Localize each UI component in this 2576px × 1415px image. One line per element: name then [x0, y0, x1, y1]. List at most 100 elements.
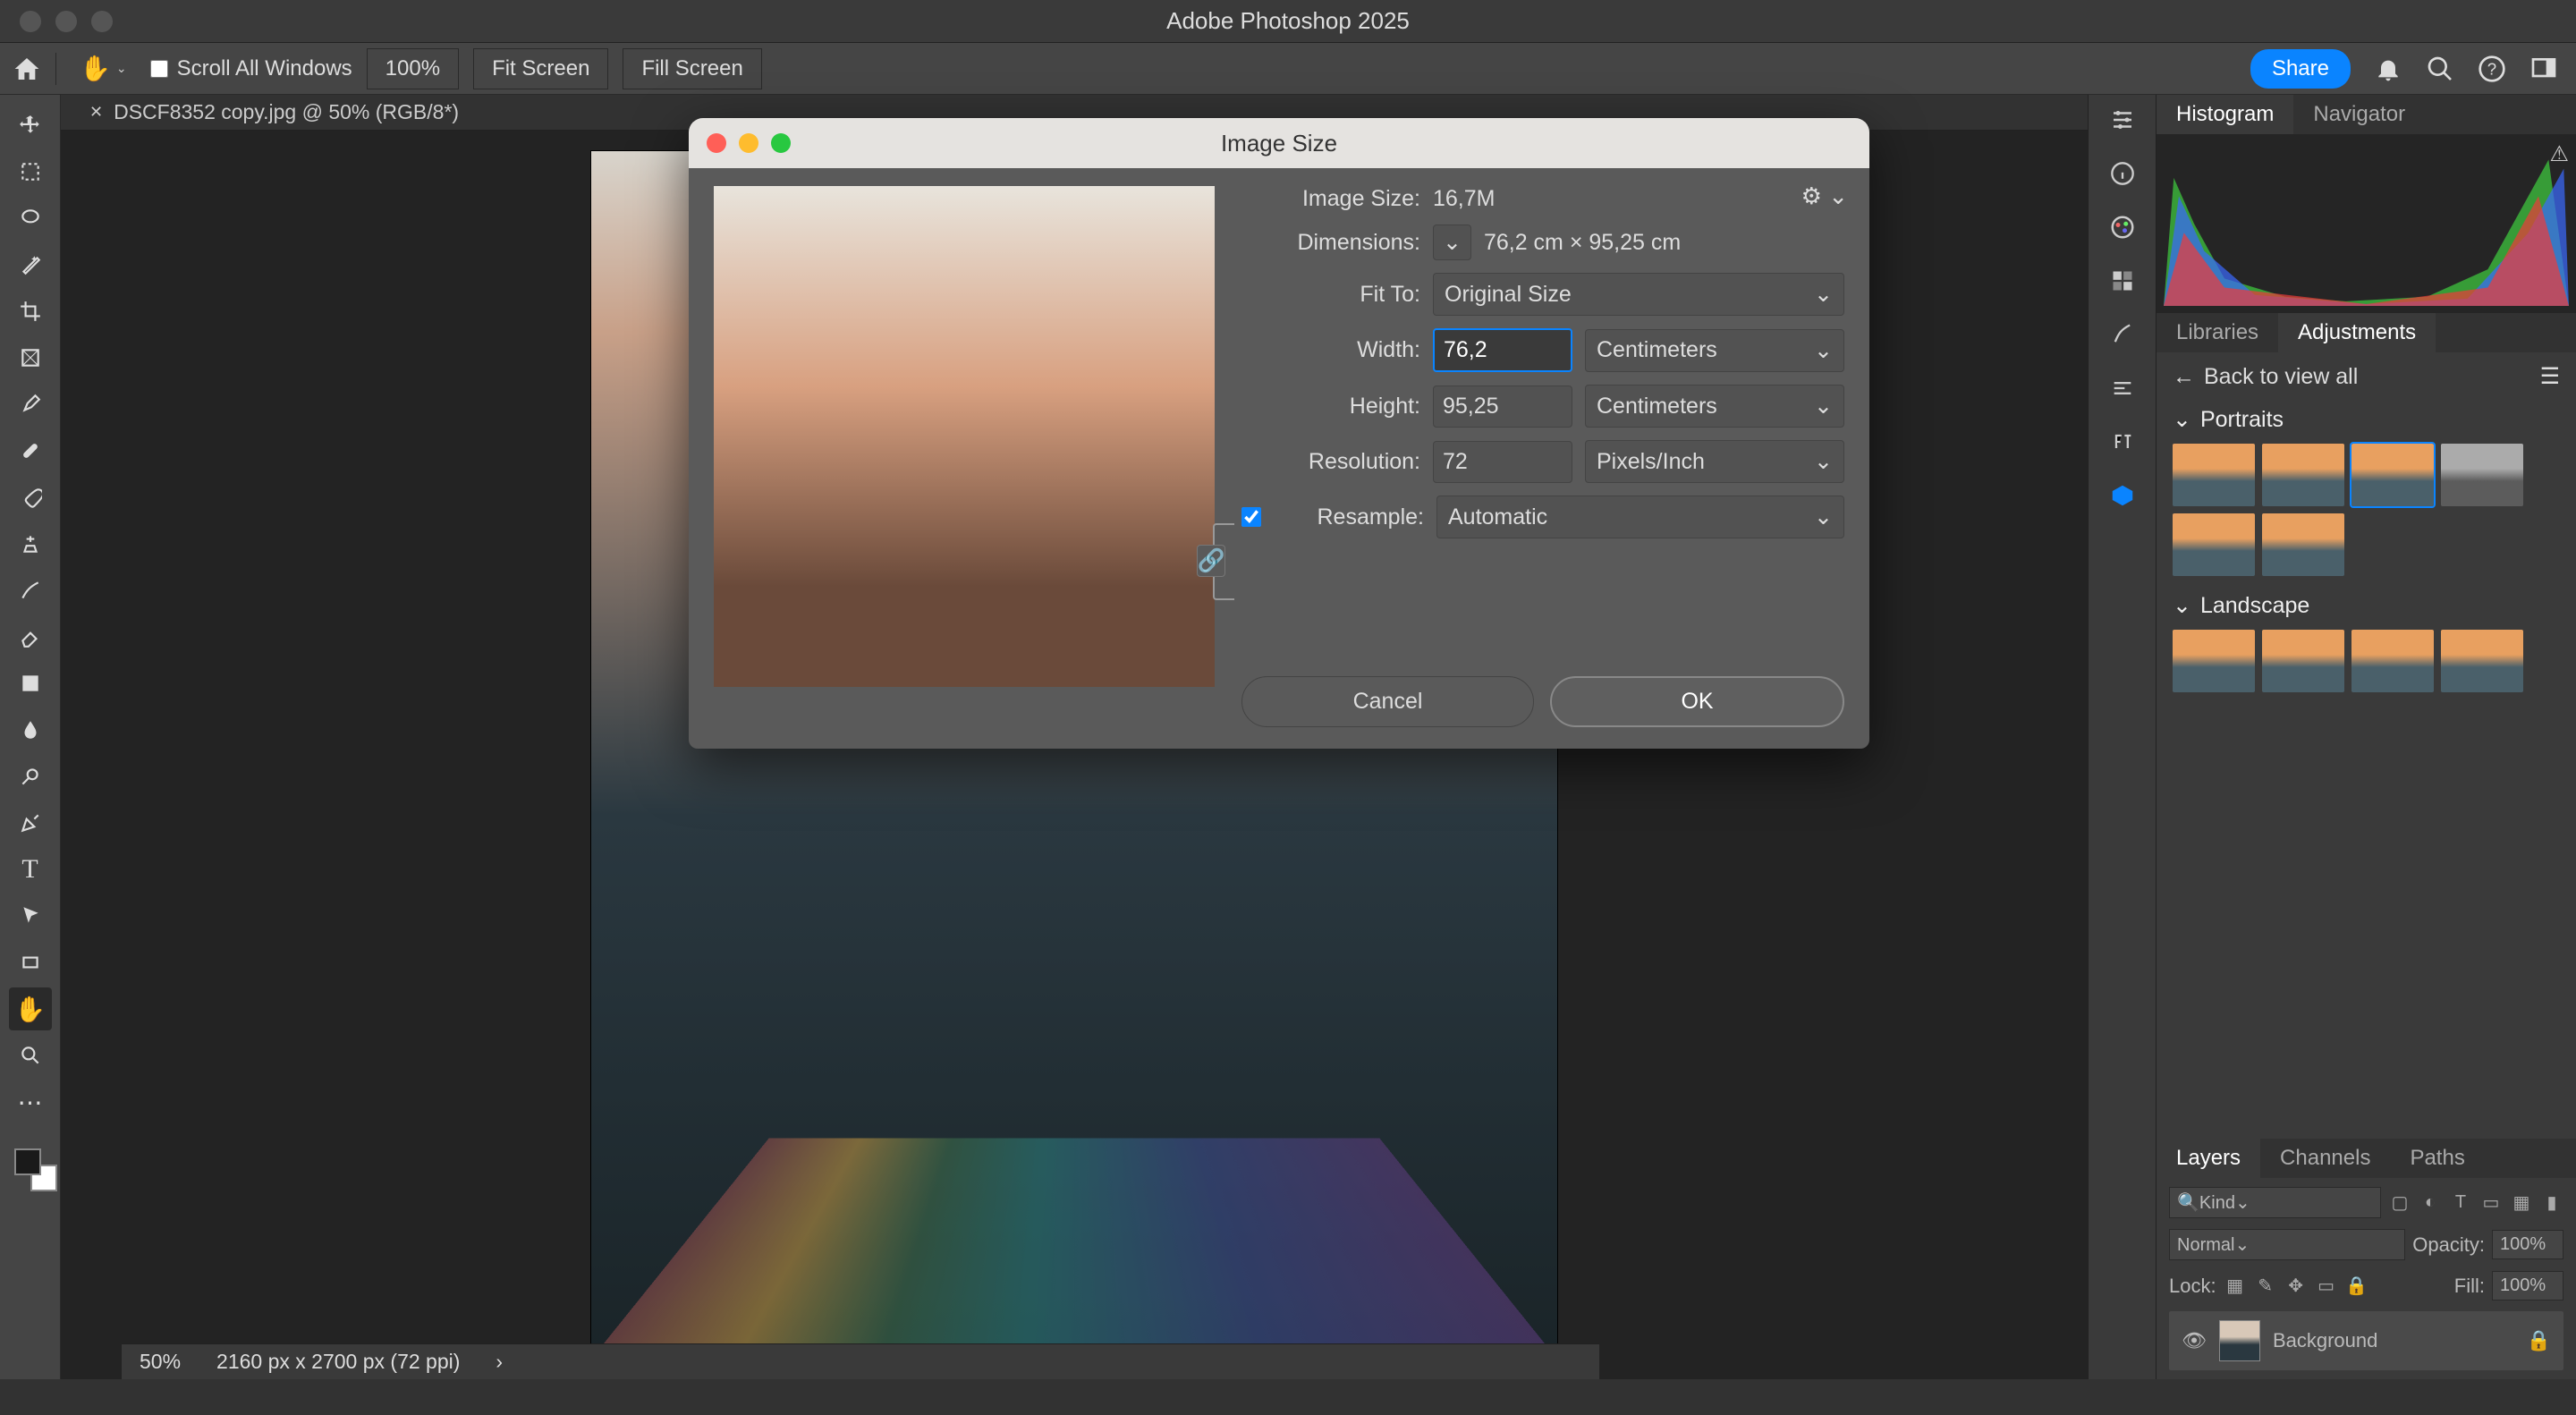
edit-toolbar[interactable]: ⋯	[9, 1080, 52, 1123]
brush-tool[interactable]	[9, 476, 52, 519]
lock-transparency-icon[interactable]: ▦	[2224, 1275, 2247, 1297]
search-icon[interactable]	[2426, 55, 2454, 83]
tool-preset[interactable]: ✋ ⌄	[71, 50, 136, 87]
height-unit-select[interactable]: Centimeters⌄	[1585, 385, 1844, 428]
gear-icon[interactable]: ⚙ ⌄	[1801, 182, 1848, 210]
blur-tool[interactable]	[9, 708, 52, 751]
plugin-icon[interactable]	[2108, 481, 2137, 510]
preset-thumb[interactable]	[2173, 630, 2255, 692]
filter-smart-icon[interactable]: ▦	[2510, 1191, 2533, 1214]
tab-navigator[interactable]: Navigator	[2293, 95, 2425, 134]
filter-type-icon[interactable]: T	[2449, 1192, 2472, 1213]
lock-position-icon[interactable]: ✥	[2284, 1275, 2308, 1297]
preset-thumb[interactable]	[2262, 630, 2344, 692]
tab-paths[interactable]: Paths	[2390, 1139, 2484, 1178]
fill-screen-button[interactable]: Fill Screen	[623, 48, 761, 89]
frame-tool[interactable]	[9, 336, 52, 379]
zoom-tool[interactable]	[9, 1034, 52, 1077]
document-tab[interactable]: ✕ DSCF8352 copy.jpg @ 50% (RGB/8*)	[75, 95, 473, 130]
type-tool[interactable]: T	[9, 848, 52, 891]
pen-tool[interactable]	[9, 801, 52, 844]
swatches-icon[interactable]	[2108, 267, 2137, 295]
dialog-zoom-icon[interactable]	[771, 133, 791, 153]
status-chevron-icon[interactable]: ›	[496, 1350, 503, 1374]
clone-stamp-tool[interactable]	[9, 522, 52, 565]
foreground-color-swatch[interactable]	[14, 1148, 41, 1175]
brushes-icon[interactable]	[2108, 320, 2137, 349]
preset-thumb[interactable]	[2441, 444, 2523, 506]
tab-histogram[interactable]: Histogram	[2157, 95, 2293, 134]
back-to-view-all[interactable]: ← Back to view all	[2173, 364, 2358, 390]
width-input[interactable]	[1433, 328, 1572, 372]
portraits-section[interactable]: ⌄Portraits	[2173, 406, 2560, 433]
dimensions-dropdown[interactable]: ⌄	[1433, 225, 1471, 260]
width-unit-select[interactable]: Centimeters⌄	[1585, 329, 1844, 372]
notifications-icon[interactable]	[2374, 55, 2402, 83]
lasso-tool[interactable]	[9, 197, 52, 240]
crop-tool[interactable]	[9, 290, 52, 333]
tab-adjustments[interactable]: Adjustments	[2278, 313, 2436, 352]
resample-select[interactable]: Automatic⌄	[1436, 496, 1844, 538]
gradient-tool[interactable]	[9, 662, 52, 705]
window-close-icon[interactable]	[20, 11, 41, 32]
color-icon[interactable]	[2108, 213, 2137, 241]
preset-thumb[interactable]	[2262, 513, 2344, 576]
scroll-all-windows-checkbox[interactable]: Scroll All Windows	[150, 56, 352, 81]
move-tool[interactable]	[9, 104, 52, 147]
magic-wand-tool[interactable]	[9, 243, 52, 286]
dialog-close-icon[interactable]	[707, 133, 726, 153]
scroll-all-checkbox-input[interactable]	[150, 60, 168, 78]
home-icon[interactable]	[13, 55, 41, 83]
eraser-tool[interactable]	[9, 615, 52, 658]
layer-filter-kind[interactable]: 🔍Kind⌄	[2169, 1187, 2381, 1218]
preset-thumb[interactable]	[2351, 444, 2434, 506]
preset-thumb[interactable]	[2351, 630, 2434, 692]
adjustments-icon[interactable]	[2108, 106, 2137, 134]
filter-image-icon[interactable]: ▢	[2388, 1191, 2411, 1214]
fit-screen-button[interactable]: Fit Screen	[473, 48, 608, 89]
filter-adjustment-icon[interactable]: ◐	[2419, 1192, 2442, 1213]
dialog-titlebar[interactable]: Image Size	[689, 118, 1869, 168]
fill-input[interactable]: 100%	[2492, 1271, 2563, 1301]
cancel-button[interactable]: Cancel	[1241, 676, 1534, 727]
close-tab-icon[interactable]: ✕	[89, 103, 103, 122]
lock-all-icon[interactable]: 🔒	[2345, 1275, 2368, 1297]
histogram-warning-icon[interactable]: ⚠	[2549, 141, 2569, 167]
workspace-icon[interactable]	[2529, 55, 2558, 83]
marquee-tool[interactable]	[9, 150, 52, 193]
filter-toggle-icon[interactable]: ▮	[2540, 1191, 2563, 1214]
preset-thumb[interactable]	[2173, 513, 2255, 576]
resolution-input[interactable]	[1433, 441, 1572, 483]
resolution-unit-select[interactable]: Pixels/Inch⌄	[1585, 440, 1844, 483]
document-dimensions[interactable]: 2160 px x 2700 px (72 ppi)	[216, 1350, 460, 1374]
visibility-icon[interactable]: 👁	[2182, 1329, 2207, 1352]
layer-row-background[interactable]: 👁 Background 🔒	[2169, 1311, 2563, 1370]
lock-artboard-icon[interactable]: ▭	[2315, 1275, 2338, 1297]
eyedropper-tool[interactable]	[9, 383, 52, 426]
zoom-level[interactable]: 50%	[140, 1350, 181, 1374]
path-selection-tool[interactable]	[9, 894, 52, 937]
tab-libraries[interactable]: Libraries	[2157, 313, 2278, 352]
dialog-minimize-icon[interactable]	[739, 133, 758, 153]
landscape-section[interactable]: ⌄Landscape	[2173, 592, 2560, 619]
height-input[interactable]	[1433, 386, 1572, 428]
blend-mode-select[interactable]: Normal⌄	[2169, 1229, 2405, 1260]
hand-tool[interactable]: ✋	[9, 987, 52, 1030]
preset-thumb[interactable]	[2262, 444, 2344, 506]
dodge-tool[interactable]	[9, 755, 52, 798]
lock-image-icon[interactable]: ✎	[2254, 1275, 2277, 1297]
lock-icon[interactable]: 🔒	[2527, 1329, 2551, 1352]
tab-channels[interactable]: Channels	[2260, 1139, 2390, 1178]
character-icon[interactable]	[2108, 428, 2137, 456]
preset-thumb[interactable]	[2173, 444, 2255, 506]
layer-thumbnail[interactable]	[2219, 1320, 2260, 1361]
list-view-icon[interactable]: ☰	[2540, 363, 2560, 390]
window-minimize-icon[interactable]	[55, 11, 77, 32]
rectangle-tool[interactable]	[9, 941, 52, 984]
help-icon[interactable]: ?	[2478, 55, 2506, 83]
share-button[interactable]: Share	[2250, 49, 2351, 89]
color-swatches[interactable]	[11, 1145, 50, 1184]
ok-button[interactable]: OK	[1550, 676, 1844, 727]
window-zoom-icon[interactable]	[91, 11, 113, 32]
opacity-input[interactable]: 100%	[2492, 1230, 2563, 1259]
